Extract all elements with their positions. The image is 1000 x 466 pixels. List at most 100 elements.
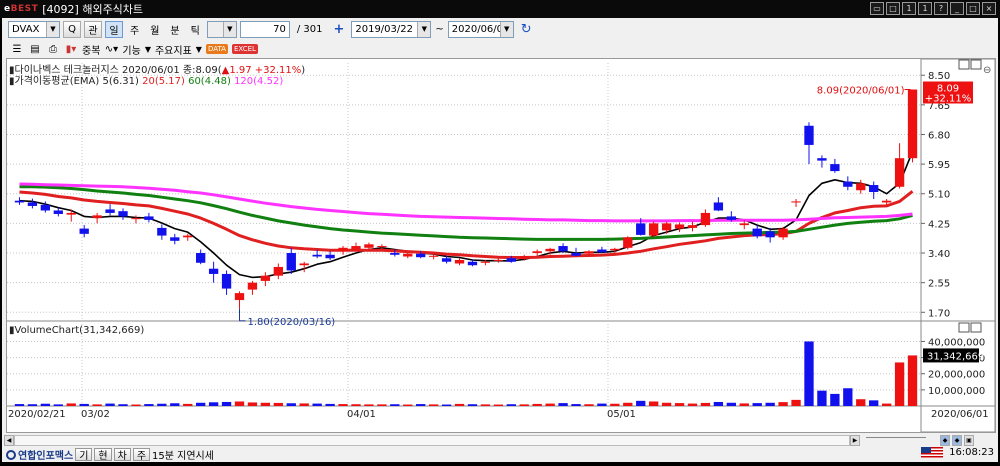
price-legend: ▮다이나벡스 테크놀러지스 2020/06/01 종:8.09(▲1.97 +3… — [9, 64, 305, 76]
window-button-4[interactable]: 1 — [918, 2, 932, 15]
date-from-picker[interactable]: 2019/03/22 ▼ — [351, 20, 432, 38]
scroll-track[interactable] — [14, 435, 850, 446]
candle — [519, 256, 529, 259]
zoom-out-icon[interactable]: ◆ — [952, 435, 962, 446]
interval-select[interactable]: ▼ — [206, 20, 237, 38]
candle — [377, 246, 387, 248]
zoom-slider[interactable] — [866, 437, 926, 444]
scroll-right-icon[interactable]: ▶ — [850, 435, 860, 446]
candle — [597, 249, 607, 253]
tab-daily[interactable]: 일 — [105, 20, 123, 38]
basic-button[interactable]: 기 — [75, 448, 93, 462]
count-input[interactable]: 70 — [239, 20, 290, 38]
x-tick-label: 04/01 — [347, 409, 376, 420]
volume-bar — [532, 403, 542, 406]
candle — [247, 282, 258, 290]
volume-bar — [869, 400, 879, 406]
window-button-1[interactable]: ▭ — [870, 2, 884, 15]
volume-bar — [843, 388, 853, 406]
volume-bar — [739, 403, 749, 406]
price-tick-label: 2.55 — [928, 279, 950, 290]
search-icon[interactable]: Q — [63, 20, 81, 38]
candle — [40, 204, 51, 211]
tab-monthly[interactable]: 월 — [146, 22, 163, 37]
window-button-3[interactable]: 1 — [902, 2, 916, 15]
x-tick-label: 2020/02/21 — [8, 409, 66, 420]
volume-tick-label: 40,000,000 — [928, 337, 985, 348]
volume-bar — [105, 403, 115, 406]
candle — [765, 231, 775, 238]
volume-bar — [804, 341, 814, 406]
chart-scrollbar[interactable]: ◀ ▶ ◆ ◆ ▣ — [4, 434, 996, 447]
candle — [325, 254, 335, 259]
overlap-button[interactable]: 중복 — [82, 42, 100, 57]
candle — [208, 268, 219, 274]
refresh-icon[interactable]: ↻ — [517, 22, 536, 37]
excel-export-button[interactable]: EXCEL — [231, 44, 258, 54]
tab-watchlist[interactable]: 관 — [84, 20, 102, 38]
volume-bar — [610, 403, 620, 406]
status-bar: ◀ ▶ ◆ ◆ ▣ 연합인포맥스 기 현 차 주 15분 지연시세 16:08:… — [2, 433, 998, 462]
candle — [739, 223, 749, 226]
candle — [480, 261, 491, 263]
chart-toolbar: ☰ ▤ ⎙ ▮▾ 중복 ∿▾ 기능 ▼ 주요지표 ▼ DATA EXCEL — [2, 40, 998, 58]
candle — [674, 224, 685, 229]
settings-icon[interactable]: ☰ — [10, 43, 24, 56]
symbol-select[interactable]: DVAX ▼ — [8, 20, 60, 38]
candle — [79, 228, 89, 234]
price-tick-label: 3.40 — [928, 249, 950, 260]
tab-weekly[interactable]: 주 — [126, 22, 143, 37]
candle — [804, 125, 814, 145]
indicator-menu[interactable]: 주요지표 — [155, 42, 192, 57]
price-volume-chart[interactable]: 8.507.656.805.955.104.253.402.551.7010,0… — [7, 59, 995, 432]
plus-icon[interactable]: + — [329, 22, 348, 37]
volume-bar — [325, 403, 335, 406]
function-menu[interactable]: 기능 — [122, 42, 140, 57]
data-export-button[interactable]: DATA — [205, 44, 228, 54]
panel-maximize-icon — [970, 59, 982, 70]
volume-bar — [351, 404, 361, 406]
candle — [571, 253, 581, 256]
print-icon[interactable]: ⎙ — [46, 43, 60, 56]
candle — [364, 244, 374, 248]
volume-bar — [584, 404, 594, 406]
chart-area[interactable]: 8.50 7.65 6.80 5.95 5.10 4.25 3.40 2.55 1.70 10,0… — [6, 58, 996, 433]
logo-icon — [6, 449, 16, 460]
maximize-button[interactable]: □ — [966, 2, 980, 15]
scroll-left-icon[interactable]: ◀ — [4, 435, 14, 446]
ema-line-4 — [19, 182, 913, 223]
compare-icon[interactable]: ∿▾ — [104, 43, 118, 56]
volume-bar — [157, 403, 167, 406]
candle — [636, 223, 646, 235]
window-button-2[interactable]: □ — [886, 2, 900, 15]
tab-tick[interactable]: 틱 — [187, 22, 204, 37]
window-title: [4092] 해외주식차트 — [42, 3, 144, 16]
candle — [183, 235, 193, 238]
date-to-picker[interactable]: 2020/06/01 ▼ — [447, 20, 514, 38]
chart-settings-icon[interactable]: ▣ — [964, 435, 974, 446]
bottom-bar: 연합인포맥스 기 현 차 주 15분 지연시세 16:08:23 — [2, 447, 998, 462]
chart-button[interactable]: 차 — [113, 448, 131, 462]
volume-bar — [881, 403, 892, 406]
help-button[interactable]: ? — [934, 2, 948, 15]
current-button[interactable]: 현 — [94, 448, 112, 462]
volume-bar — [208, 402, 219, 406]
close-button[interactable]: × — [982, 2, 996, 15]
zoom-in-icon[interactable]: ◆ — [940, 435, 950, 446]
candle — [118, 211, 128, 217]
ema-line-1 — [19, 151, 914, 279]
save-icon[interactable]: ▤ — [28, 43, 42, 56]
volume-bar — [14, 404, 25, 406]
panel-minimize-icon — [958, 322, 970, 333]
chevron-down-icon: ▼ — [222, 21, 236, 37]
tab-minute[interactable]: 분 — [166, 22, 183, 37]
order-button[interactable]: 주 — [132, 448, 151, 462]
volume-bar — [894, 362, 905, 406]
volume-bar — [273, 402, 283, 406]
minimize-button[interactable]: _ — [950, 2, 964, 15]
volume-bar — [53, 404, 63, 406]
candle-type-icon[interactable]: ▮▾ — [64, 43, 78, 56]
volume-bar — [571, 404, 581, 406]
volume-bar — [221, 401, 232, 406]
volume-bar — [170, 403, 180, 406]
